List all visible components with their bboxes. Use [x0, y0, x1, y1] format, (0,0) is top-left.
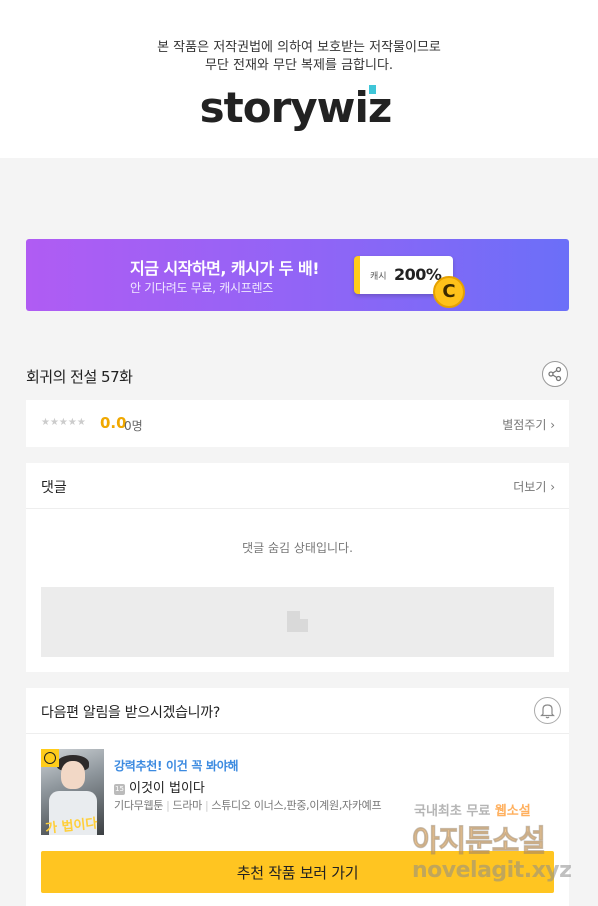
- rating-card: ★★★★★ 0.0 0명 별점주기 ›: [26, 400, 569, 447]
- meta-authors: 스튜디오 이너스,판중,이계원,자카예프: [211, 799, 382, 812]
- thumb-face: [61, 761, 85, 789]
- ad-placeholder[interactable]: [41, 587, 554, 657]
- copyright-line-1: 본 작품은 저작권법에 의하여 보호받는 저작물이므로: [157, 40, 441, 55]
- coin-letter: C: [442, 281, 456, 302]
- comment-hidden-message: 댓글 숨김 상태입니다.: [242, 541, 353, 555]
- comment-card: 댓글 더보기 › 댓글 숨김 상태입니다.: [26, 463, 569, 672]
- meta-category: 드라마: [172, 799, 203, 812]
- rate-button[interactable]: 별점주기 ›: [502, 416, 555, 433]
- rating-count: 0명: [124, 419, 143, 433]
- next-episode-notify-card: 다음편 알림을 받으시겠습니까? 가 법이다 강력추천! 이건 꼭 봐야해 15…: [26, 688, 569, 906]
- logo-text: storywiz: [199, 83, 393, 132]
- cash-label: 캐시: [370, 272, 387, 282]
- share-button[interactable]: [542, 361, 568, 387]
- banner-title: 지금 시작하면, 캐시가 두 배!: [130, 259, 320, 278]
- go-recommend-button[interactable]: 추천 작품 보러 가기: [41, 851, 554, 893]
- recommend-thumbnail[interactable]: 가 법이다: [41, 749, 104, 835]
- header: 본 작품은 저작권법에 의하여 보호받는 저작물이므로 무단 전재와 무단 복제…: [0, 0, 598, 158]
- recommend-meta: 기다무웹툰 | 드라마 | 스튜디오 이너스,판중,이계원,자카예프: [114, 799, 382, 812]
- rating-score: 0.0: [100, 414, 127, 432]
- image-placeholder-icon: [287, 611, 308, 632]
- star-rating: ★★★★★: [41, 417, 86, 428]
- coin-icon: C: [433, 276, 465, 308]
- logo-pen-icon: [369, 85, 377, 94]
- comment-header: 댓글 더보기 ›: [26, 463, 569, 509]
- recommend-title: 이것이 법이다: [129, 781, 205, 796]
- cash-friends-banner[interactable]: 지금 시작하면, 캐시가 두 배! 안 기다려도 무료, 캐시프렌즈 캐시 20…: [26, 239, 569, 311]
- share-icon: [548, 366, 562, 382]
- storywiz-logo[interactable]: storywiz: [0, 84, 598, 132]
- notify-question: 다음편 알림을 받으시겠습니까?: [41, 705, 220, 721]
- divider: [26, 733, 569, 734]
- recommend-tag: 강력추천! 이건 꼭 봐야해: [114, 759, 239, 773]
- comment-title: 댓글: [41, 480, 67, 496]
- cash-value: 200%: [394, 265, 442, 284]
- banner-subtitle: 안 기다려도 무료, 캐시프렌즈: [130, 281, 273, 295]
- copyright-line-2: 무단 전재와 무단 복제를 금합니다.: [204, 58, 394, 73]
- recommend-title-row[interactable]: 15 이것이 법이다: [114, 777, 205, 796]
- episode-title: 회귀의 전설 57화: [26, 368, 133, 386]
- copyright-notice: 본 작품은 저작권법에 의하여 보호받는 저작물이므로 무단 전재와 무단 복제…: [0, 39, 598, 75]
- more-comments-link[interactable]: 더보기 ›: [513, 478, 555, 495]
- bell-icon: [540, 704, 555, 719]
- clock-icon: [41, 749, 59, 767]
- meta-genre: 기다무웹툰: [114, 799, 164, 812]
- age-rating-badge: 15: [114, 784, 125, 795]
- notify-bell-button[interactable]: [534, 697, 561, 724]
